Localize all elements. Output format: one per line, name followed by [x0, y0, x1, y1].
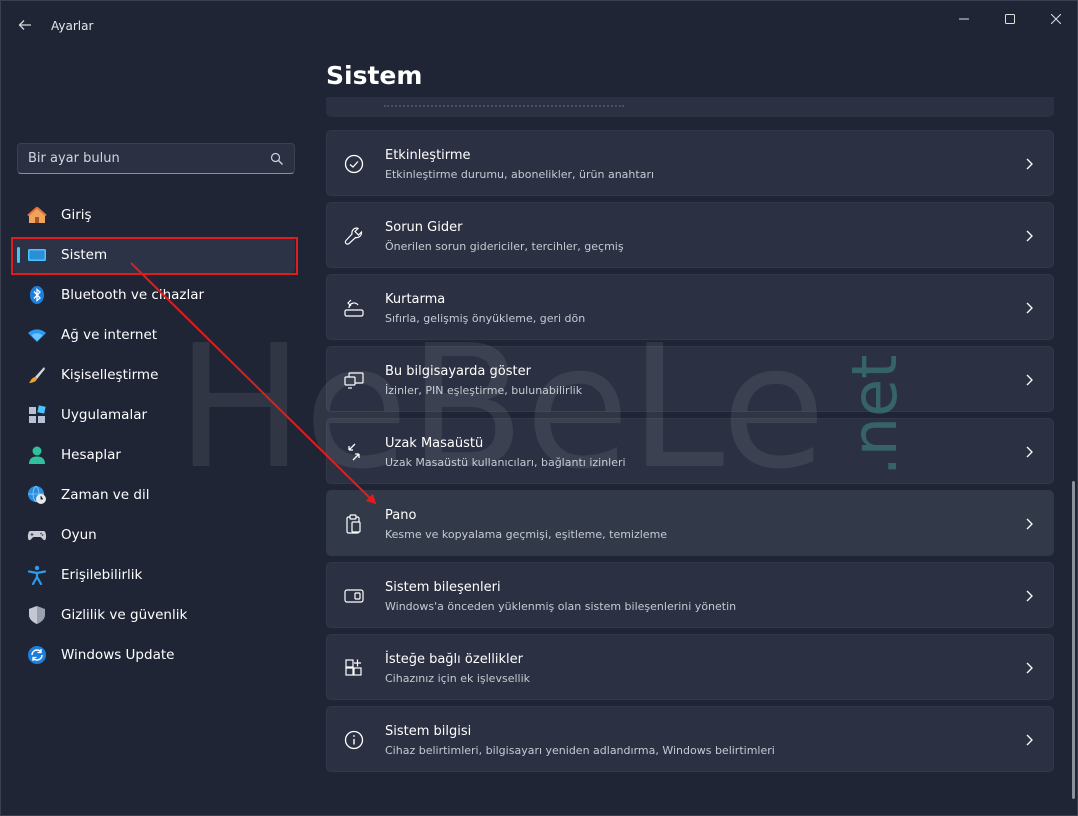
sidebar-item-accounts[interactable]: Hesaplar — [13, 437, 295, 473]
app-title: Ayarlar — [51, 19, 94, 33]
card-title: Etkinleştirme — [385, 148, 471, 163]
card-title: Sorun Gider — [385, 220, 463, 235]
chevron-right-icon — [1026, 302, 1033, 314]
wrench-icon — [344, 227, 363, 245]
card-description: Sıfırla, gelişmiş önyükleme, geri dön — [385, 312, 586, 325]
sidebar-item-windows-update[interactable]: Windows Update — [13, 637, 295, 673]
settings-search-box[interactable]: Bir ayar bulun — [17, 143, 295, 174]
search-input[interactable]: Bir ayar bulun — [28, 151, 120, 166]
remote-desktop-icon — [348, 443, 360, 461]
chevron-right-icon — [1026, 374, 1033, 386]
sidebar-item-time-language[interactable]: Zaman ve dil — [13, 477, 295, 513]
project-screen-icon — [344, 372, 364, 389]
card-about[interactable]: Sistem bilgisi Cihaz belirtimleri, bilgi… — [326, 706, 1054, 772]
accessibility-icon — [27, 565, 47, 585]
card-title: Sistem bilgisi — [385, 724, 472, 739]
close-icon — [1051, 14, 1061, 24]
sidebar-item-label: Oyun — [61, 527, 97, 543]
card-description: Etkinleştirme durumu, abonelikler, ürün … — [385, 168, 655, 181]
content-scrollbar[interactable] — [1072, 481, 1075, 799]
page-title: Sistem — [326, 61, 423, 90]
sidebar-item-label: Uygulamalar — [61, 407, 148, 423]
card-title: Sistem bileşenleri — [385, 580, 501, 595]
sidebar-item-label: Hesaplar — [61, 447, 121, 463]
card-project-to-pc[interactable]: Bu bilgisayarda göster İzinler, PIN eşle… — [326, 346, 1054, 412]
sidebar-item-label: Ağ ve internet — [61, 327, 158, 343]
title-bar: Ayarlar — [1, 1, 1077, 49]
chevron-right-icon — [1026, 590, 1033, 602]
update-icon — [28, 646, 46, 664]
back-arrow-icon — [18, 20, 31, 30]
maximize-button[interactable] — [987, 5, 1033, 33]
recovery-icon — [344, 299, 364, 317]
annotation-highlight-box — [11, 237, 298, 275]
globe-clock-icon — [28, 485, 46, 504]
sidebar-item-personalization[interactable]: Kişiselleştirme — [13, 357, 295, 393]
card-troubleshoot[interactable]: Sorun Gider Önerilen sorun gidericiler, … — [326, 202, 1054, 268]
chevron-right-icon — [1026, 446, 1033, 458]
card-title: Uzak Masaüstü — [385, 436, 484, 451]
components-icon — [344, 589, 364, 603]
card-system-components[interactable]: Sistem bileşenleri Windows'a önceden yük… — [326, 562, 1054, 628]
bluetooth-icon — [30, 286, 44, 304]
shield-icon — [29, 606, 45, 624]
home-icon — [27, 206, 47, 223]
chevron-right-icon — [1026, 518, 1033, 530]
sidebar-item-label: Gizlilik ve güvenlik — [61, 607, 188, 623]
maximize-icon — [1005, 14, 1015, 24]
person-icon — [29, 446, 45, 464]
card-description: Uzak Masaüstü kullanıcıları, bağlantı iz… — [385, 456, 626, 469]
sidebar-item-label: Kişiselleştirme — [61, 367, 159, 383]
sidebar-item-privacy[interactable]: Gizlilik ve güvenlik — [13, 597, 295, 633]
paintbrush-icon — [29, 367, 45, 383]
chevron-right-icon — [1026, 230, 1033, 242]
card-description: Cihazınız için ek işlevsellik — [385, 672, 530, 685]
settings-list: Etkinleştirme Etkinleştirme durumu, abon… — [326, 97, 1054, 815]
card-title: Pano — [385, 508, 417, 523]
gamepad-icon — [27, 531, 47, 541]
card-description: Cihaz belirtimleri, bilgisayarı yeniden … — [385, 744, 775, 757]
minimize-icon — [959, 18, 969, 20]
sidebar-item-label: Zaman ve dil — [61, 487, 150, 503]
chevron-right-icon — [1026, 158, 1033, 170]
card-optional-features[interactable]: İsteğe bağlı özellikler Cihazınız için e… — [326, 634, 1054, 700]
sidebar-item-gaming[interactable]: Oyun — [13, 517, 295, 553]
clipboard-icon — [346, 514, 361, 534]
card-description: İzinler, PIN eşleştirme, bulunabilirlik — [385, 384, 583, 397]
sidebar-item-apps[interactable]: Uygulamalar — [13, 397, 295, 433]
search-icon[interactable] — [270, 152, 284, 166]
checkmark-circle-icon — [344, 154, 364, 174]
chevron-right-icon — [1026, 734, 1033, 746]
card-recovery[interactable]: Kurtarma Sıfırla, gelişmiş önyükleme, ge… — [326, 274, 1054, 340]
card-remote-desktop[interactable]: Uzak Masaüstü Uzak Masaüstü kullanıcılar… — [326, 418, 1054, 484]
settings-window: Ayarlar Bir ayar bulun Giriş Sistem Blue… — [0, 0, 1078, 816]
sidebar-item-accessibility[interactable]: Erişilebilirlik — [13, 557, 295, 593]
back-button[interactable] — [11, 11, 39, 39]
close-button[interactable] — [1033, 5, 1077, 33]
card-title: Bu bilgisayarda göster — [385, 364, 531, 379]
card-title: İsteğe bağlı özellikler — [385, 652, 524, 667]
card-clipboard[interactable]: Pano Kesme ve kopyalama geçmişi, eşitlem… — [326, 490, 1054, 556]
chevron-right-icon — [1026, 662, 1033, 674]
sidebar-item-label: Erişilebilirlik — [61, 567, 143, 583]
card-activation[interactable]: Etkinleştirme Etkinleştirme durumu, abon… — [326, 130, 1054, 196]
sidebar-item-network[interactable]: Ağ ve internet — [13, 317, 295, 353]
sidebar-item-home[interactable]: Giriş — [13, 197, 295, 233]
sidebar-item-label: Giriş — [61, 207, 92, 223]
card-description: Windows'a önceden yüklenmiş olan sistem … — [385, 600, 737, 613]
sidebar-item-label: Bluetooth ve cihazlar — [61, 287, 205, 303]
optional-features-icon — [345, 659, 362, 676]
wifi-icon — [28, 329, 46, 342]
card-title: Kurtarma — [385, 292, 446, 307]
card-description: Kesme ve kopyalama geçmişi, eşitleme, te… — [385, 528, 668, 541]
apps-icon — [29, 405, 46, 423]
partially-visible-card[interactable] — [326, 97, 1054, 117]
sidebar-item-label: Windows Update — [61, 647, 175, 663]
minimize-button[interactable] — [941, 5, 987, 33]
card-description: Önerilen sorun gidericiler, tercihler, g… — [385, 240, 624, 253]
info-icon — [344, 730, 364, 750]
sidebar-item-bluetooth[interactable]: Bluetooth ve cihazlar — [13, 277, 295, 313]
